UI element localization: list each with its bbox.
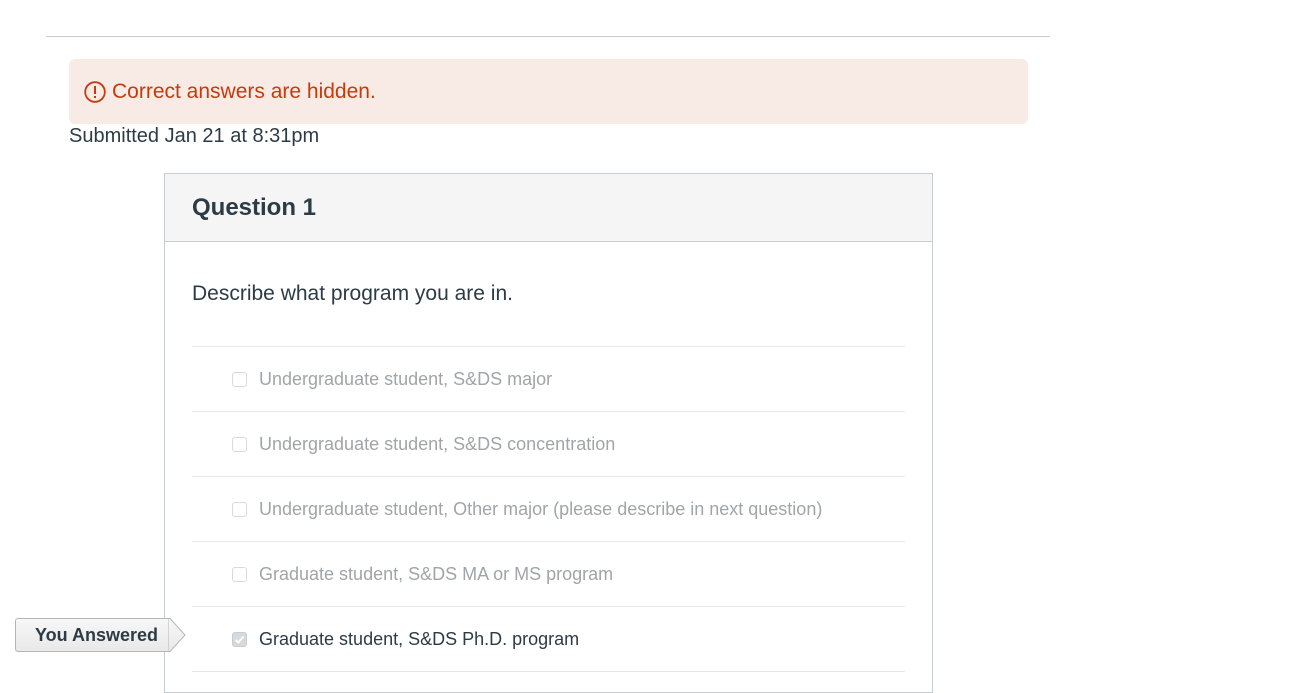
answer-option-selected[interactable]: Graduate student, S&DS Ph.D. program bbox=[192, 607, 905, 672]
answer-label: Graduate student, S&DS MA or MS program bbox=[259, 563, 614, 584]
answer-list: Undergraduate student, S&DS major Underg… bbox=[192, 346, 905, 672]
answer-label: Undergraduate student, S&DS concentratio… bbox=[259, 433, 616, 454]
answer-checkbox[interactable] bbox=[232, 566, 247, 582]
correct-answers-hidden-alert: Correct answers are hidden. bbox=[69, 59, 1028, 124]
answer-option[interactable]: Undergraduate student, Other major (plea… bbox=[192, 477, 905, 542]
you-answered-label: You Answered bbox=[15, 618, 168, 652]
arrow-pointer-icon bbox=[168, 618, 186, 652]
checkmark-icon bbox=[234, 635, 245, 644]
alert-text: Correct answers are hidden. bbox=[112, 79, 376, 103]
answer-checkbox[interactable] bbox=[232, 436, 247, 452]
warning-icon bbox=[84, 80, 106, 103]
question-card: Question 1 Describe what program you are… bbox=[164, 173, 933, 693]
answer-option[interactable]: Graduate student, S&DS MA or MS program bbox=[192, 542, 905, 607]
question-header: Question 1 bbox=[165, 174, 932, 242]
answer-label: Graduate student, S&DS Ph.D. program bbox=[259, 628, 580, 649]
submission-timestamp: Submitted Jan 21 at 8:31pm bbox=[69, 125, 320, 147]
answer-checkbox[interactable] bbox=[232, 501, 247, 517]
question-title: Question 1 bbox=[192, 193, 317, 221]
answer-checkbox[interactable] bbox=[232, 371, 247, 387]
you-answered-marker: You Answered bbox=[15, 618, 186, 652]
top-divider bbox=[46, 36, 1050, 37]
answer-label: Undergraduate student, Other major (plea… bbox=[259, 498, 823, 519]
answer-option[interactable]: Undergraduate student, S&DS major bbox=[192, 347, 905, 412]
answer-checkbox-checked[interactable] bbox=[232, 631, 247, 647]
answer-option[interactable]: Undergraduate student, S&DS concentratio… bbox=[192, 412, 905, 477]
question-prompt: Describe what program you are in. bbox=[192, 282, 513, 305]
answer-label: Undergraduate student, S&DS major bbox=[259, 368, 553, 389]
